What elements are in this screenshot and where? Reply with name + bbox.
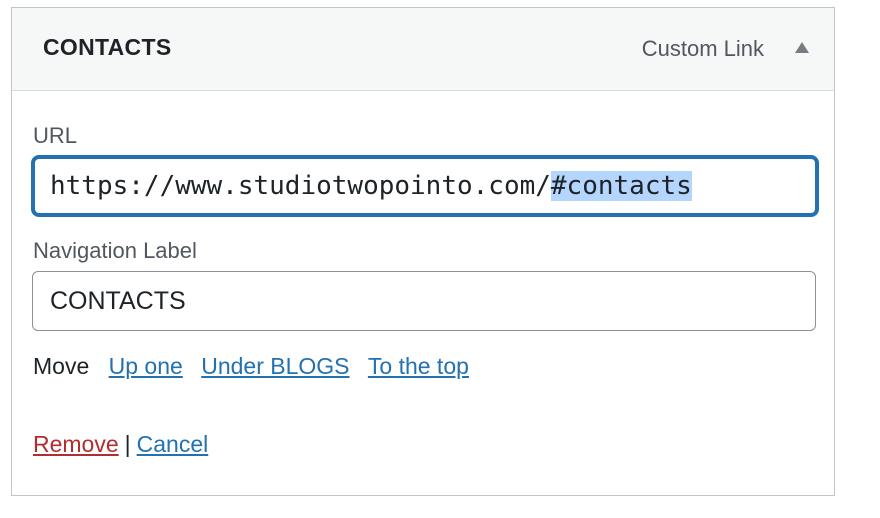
menu-item-type: Custom Link	[641, 36, 764, 61]
move-under-blogs-link[interactable]: Under BLOGS	[201, 353, 349, 379]
move-to-top-link[interactable]: To the top	[368, 353, 469, 379]
move-row: Move Up one Under BLOGS To the top	[33, 353, 469, 380]
actions-row: Remove | Cancel	[33, 431, 208, 458]
url-text: https://www.studiotwopointo.com/	[50, 171, 551, 201]
menu-item-title: CONTACTS	[43, 34, 172, 60]
menu-item-panel: CONTACTS Custom Link URL https://www.stu…	[11, 7, 835, 496]
cancel-link[interactable]: Cancel	[137, 431, 209, 457]
navigation-label-label: Navigation Label	[33, 238, 197, 263]
move-label: Move	[33, 353, 90, 379]
move-up-one-link[interactable]: Up one	[109, 353, 183, 379]
collapse-toggle-button[interactable]	[792, 38, 812, 58]
url-label: URL	[33, 123, 78, 148]
url-selected-text: #contacts	[550, 171, 692, 201]
actions-separator: |	[124, 431, 131, 457]
navigation-label-input[interactable]: CONTACTS	[32, 271, 816, 331]
navigation-label-value: CONTACTS	[50, 286, 186, 315]
url-input[interactable]: https://www.studiotwopointo.com/#contact…	[32, 156, 818, 216]
triangle-up-icon	[795, 42, 809, 53]
menu-item-header[interactable]: CONTACTS Custom Link	[12, 8, 834, 91]
remove-link[interactable]: Remove	[33, 431, 119, 457]
